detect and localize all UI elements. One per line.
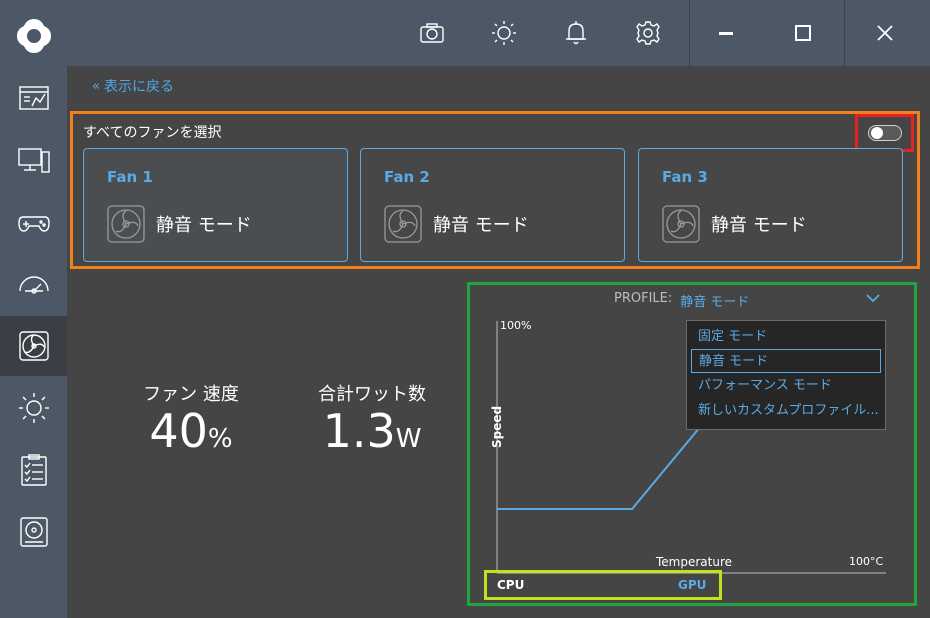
total-watts-label: 合計ワット数: [318, 384, 426, 405]
source-gpu-option[interactable]: GPU: [678, 578, 706, 592]
maximize-icon: [795, 25, 811, 41]
sidebar-item-system[interactable]: [0, 130, 67, 190]
double-chevron-left-icon: «: [92, 78, 100, 94]
sidebar-item-fan[interactable]: [0, 316, 67, 376]
select-all-toggle[interactable]: [867, 125, 902, 141]
source-cpu-option[interactable]: CPU: [497, 578, 524, 592]
fan-icon: [18, 331, 49, 361]
fan-mode: 静音 モード: [433, 215, 529, 236]
fan-speed-label: ファン 速度: [143, 384, 239, 405]
sidebar-item-checklist[interactable]: [0, 440, 67, 500]
fan-speed-stat: ファン 速度 40%: [126, 380, 256, 454]
profile-dropdown-menu: 固定 モード 静音 モード パフォーマンス モード 新しいカスタムプロファイル.…: [686, 320, 886, 430]
y-axis-max-label: 100%: [500, 319, 532, 332]
fan-name: Fan 2: [384, 168, 430, 186]
x-axis-label: Temperature: [656, 555, 733, 569]
clipboard-icon: [20, 454, 47, 486]
sidebar-item-gaming[interactable]: [0, 192, 67, 252]
gear-icon: [636, 21, 660, 45]
total-watts-stat: 合計ワット数 1.3W: [302, 380, 442, 454]
settings-button[interactable]: [625, 10, 671, 56]
back-link[interactable]: « 表示に戻る: [92, 76, 174, 96]
fan-name: Fan 3: [662, 168, 708, 186]
app-logo-icon[interactable]: [14, 16, 54, 56]
sidebar-item-performance[interactable]: [0, 254, 67, 314]
fan-name: Fan 1: [107, 168, 153, 186]
title-bar: [67, 0, 930, 66]
computer-icon: [17, 148, 50, 173]
y-axis-label: Speed: [490, 405, 504, 448]
select-all-toggle-highlight: [855, 114, 914, 152]
fan-speed-value: 40%: [149, 404, 233, 458]
fan-icon: [662, 205, 700, 243]
total-watts-value: 1.3W: [322, 404, 422, 458]
display-button[interactable]: [481, 10, 527, 56]
minimize-icon: [719, 32, 733, 35]
toggle-knob: [870, 127, 883, 139]
close-button[interactable]: [862, 10, 908, 56]
speedometer-icon: [18, 276, 49, 294]
gamepad-icon: [17, 216, 50, 232]
dropdown-option-fixed[interactable]: 固定 モード: [687, 325, 885, 349]
camera-icon: [420, 23, 444, 43]
sidebar-item-storage[interactable]: [0, 502, 67, 562]
brightness-icon: [492, 21, 516, 45]
sun-icon: [18, 393, 49, 423]
select-all-fans-label: すべてのファンを選択: [83, 125, 222, 141]
profile-label: PROFILE:: [614, 291, 673, 306]
fan-card-3[interactable]: Fan 3 静音 モード: [638, 148, 903, 262]
chevron-down-icon[interactable]: [864, 291, 882, 305]
dropdown-option-silent[interactable]: 静音 モード: [691, 349, 881, 373]
x-axis-max-label: 100°C: [849, 555, 884, 568]
dashboard-icon: [18, 86, 49, 110]
notifications-button[interactable]: [553, 10, 599, 56]
profile-value: 静音 モード: [680, 295, 750, 310]
sidebar-item-dashboard[interactable]: [0, 68, 67, 128]
screenshot-button[interactable]: [409, 10, 455, 56]
dropdown-option-new-custom[interactable]: 新しいカスタムプロファイル...: [687, 399, 885, 423]
back-link-label: 表示に戻る: [103, 79, 174, 95]
profile-selector[interactable]: PROFILE: 静音 モード: [614, 291, 749, 310]
fan-card-1[interactable]: Fan 1 静音 モード: [83, 148, 348, 262]
fan-icon: [107, 205, 145, 243]
fan-icon: [384, 205, 422, 243]
maximize-button[interactable]: [780, 10, 826, 56]
sidebar-item-lighting[interactable]: [0, 378, 67, 438]
fan-mode: 静音 モード: [156, 215, 252, 236]
fan-mode: 静音 モード: [711, 215, 807, 236]
minimize-button[interactable]: [703, 10, 749, 56]
dropdown-option-performance[interactable]: パフォーマンス モード: [687, 374, 885, 398]
sidebar: [0, 0, 67, 618]
bell-icon: [566, 21, 586, 45]
disk-icon: [19, 517, 48, 547]
close-icon: [877, 25, 893, 41]
fan-card-2[interactable]: Fan 2 静音 モード: [360, 148, 625, 262]
